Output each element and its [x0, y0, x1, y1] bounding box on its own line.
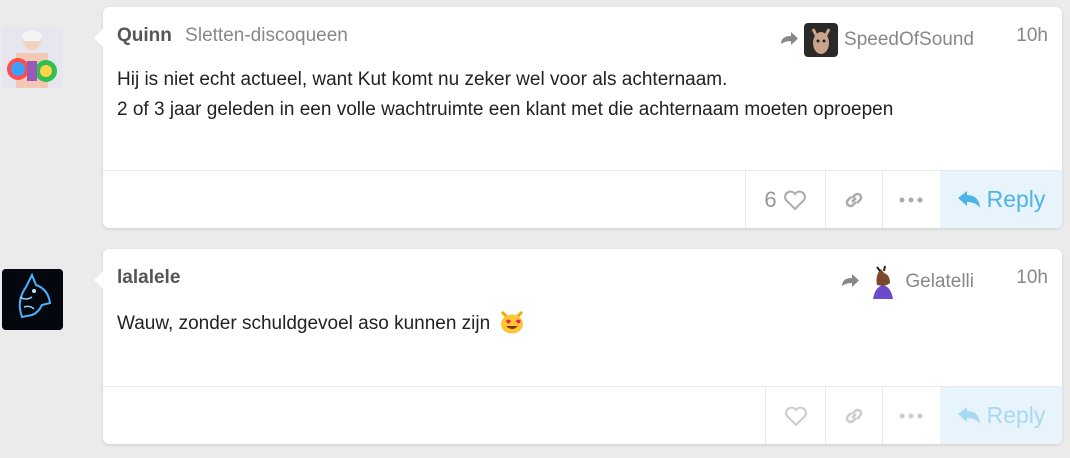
post-header: lalalele Gelatelli 10h — [117, 265, 1048, 299]
post-text-line: 2 of 3 jaar geleden in een volle wachtru… — [117, 99, 894, 120]
user-avatar[interactable] — [2, 27, 63, 88]
post-header: Quinn Sletten-discoqueen SpeedOfSound 10… — [117, 23, 1048, 57]
post-actions: Reply — [103, 386, 1062, 444]
ellipsis-icon — [899, 197, 923, 202]
heart-eyes-cat-icon — [499, 310, 525, 344]
reply-to-link[interactable]: SpeedOfSound — [779, 23, 974, 57]
post-time[interactable]: 10h — [1016, 25, 1048, 47]
user-title: Sletten-discoqueen — [185, 25, 348, 46]
like-button[interactable] — [765, 387, 825, 444]
link-icon — [845, 408, 863, 423]
ellipsis-icon — [899, 413, 923, 418]
reply-icon — [957, 190, 980, 208]
post-text-line: Hij is niet echt actueel, want Kut komt … — [117, 69, 728, 90]
reply-icon — [957, 406, 980, 424]
username[interactable]: lalalele — [117, 267, 180, 288]
reply-label: Reply — [986, 402, 1046, 428]
post-body: Hij is niet echt actueel, want Kut komt … — [117, 65, 1048, 125]
reply-to-avatar — [804, 23, 839, 57]
more-options-button[interactable] — [882, 171, 939, 228]
reply-arrow-icon — [781, 32, 799, 45]
post-text-line: Wauw, zonder schuldgevoel aso kunnen zij… — [117, 313, 491, 334]
share-link-button[interactable] — [825, 171, 882, 228]
post-time[interactable]: 10h — [1016, 267, 1048, 289]
reply-label: Reply — [986, 186, 1046, 212]
reply-button[interactable]: Reply — [940, 171, 1062, 228]
post-card: lalalele Gelatelli 10h Wauw, zonder schu… — [94, 249, 1062, 444]
heart-icon — [783, 190, 806, 210]
reply-to-avatar — [865, 265, 900, 299]
reply-arrow-icon — [842, 274, 860, 287]
share-link-button[interactable] — [825, 387, 882, 444]
reply-to-username: SpeedOfSound — [844, 29, 974, 50]
post-actions: 6 Reply — [103, 170, 1062, 228]
like-button[interactable]: 6 — [745, 171, 825, 228]
reply-to-link[interactable]: Gelatelli — [840, 265, 974, 299]
reply-to-username: Gelatelli — [905, 271, 974, 292]
like-count: 6 — [764, 186, 777, 212]
reply-button[interactable]: Reply — [940, 387, 1062, 444]
user-avatar[interactable] — [2, 269, 63, 330]
post-body: Wauw, zonder schuldgevoel aso kunnen zij… — [117, 309, 1048, 344]
link-icon — [845, 192, 863, 207]
more-options-button[interactable] — [882, 387, 939, 444]
post-card: Quinn Sletten-discoqueen SpeedOfSound 10… — [94, 7, 1062, 228]
heart-icon — [784, 406, 807, 426]
username[interactable]: Quinn — [117, 25, 172, 46]
